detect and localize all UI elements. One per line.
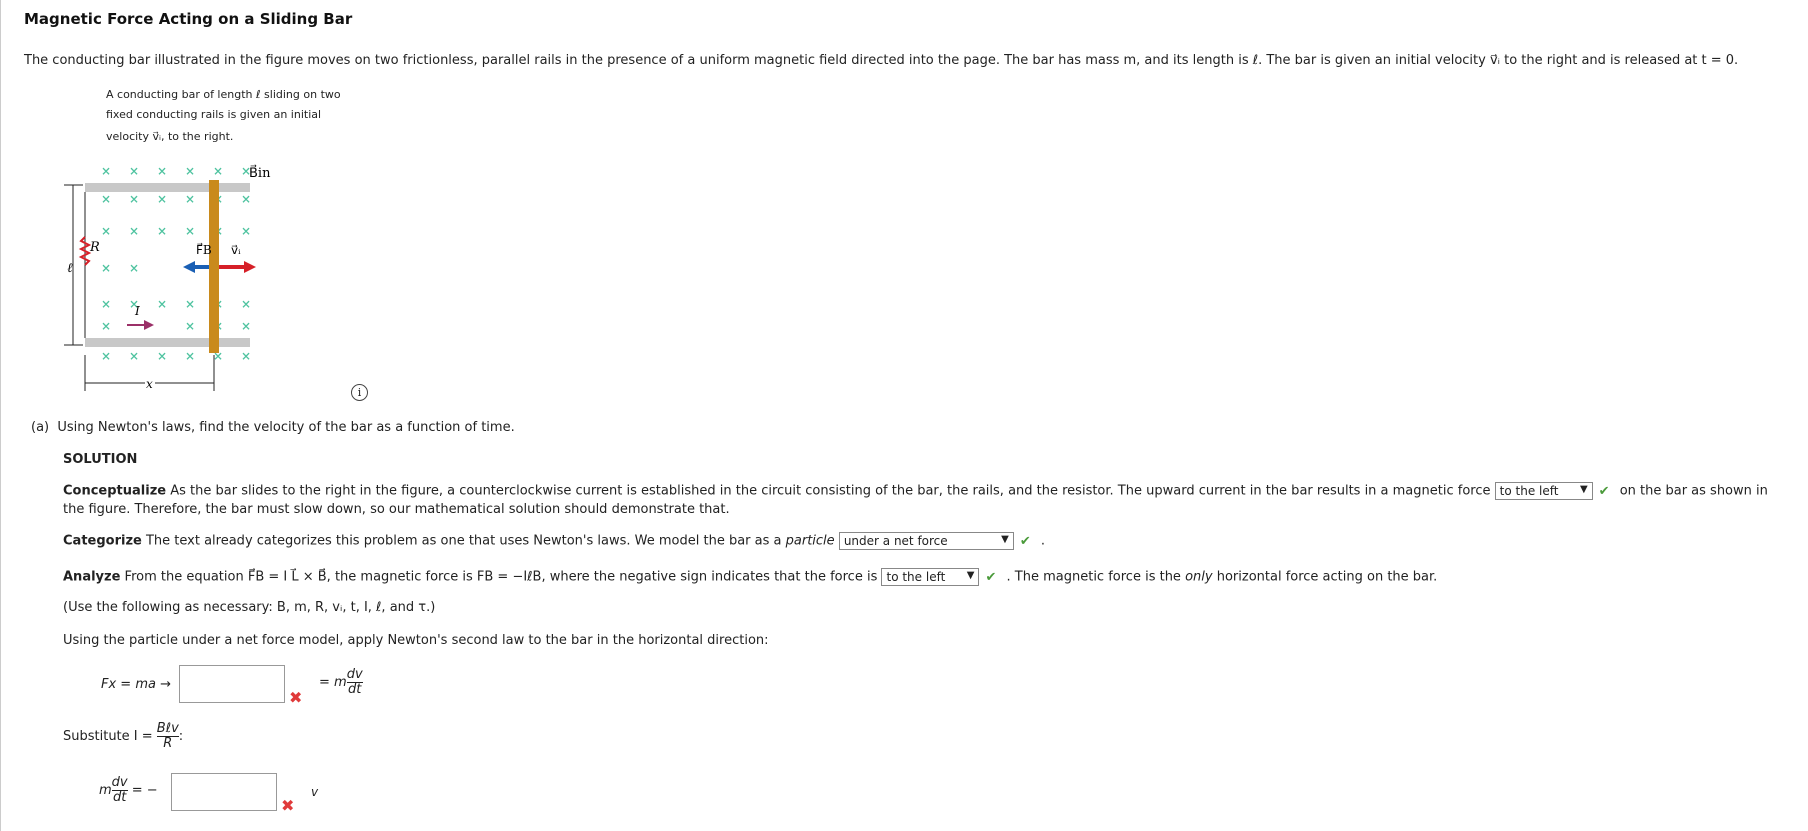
- field-x-mark: ×: [157, 192, 167, 206]
- field-x-mark: ×: [157, 224, 167, 238]
- vi-arrow: [244, 261, 256, 273]
- field-x-mark: ×: [129, 192, 139, 206]
- field-x-mark: ×: [101, 224, 111, 238]
- sliding-bar-figure: ×××××××××××××××××××××××××××××××××××× R ℓ…: [64, 164, 271, 391]
- page: Magnetic Force Acting on a Sliding Bar T…: [0, 0, 1808, 831]
- force-direction-select[interactable]: to the left ▼: [1494, 482, 1593, 500]
- label-vi: v⃗ᵢ: [231, 243, 241, 257]
- field-x-mark: ×: [101, 297, 111, 311]
- check-icon: ✔: [1598, 483, 1610, 499]
- conceptualize-text: Conceptualize As the bar slides to the r…: [63, 482, 1768, 500]
- check-icon: ✔: [1019, 533, 1031, 549]
- analyze-text: Analyze From the equation F⃗B = I L⃗ × B…: [63, 568, 1438, 586]
- field-x-mark: ×: [101, 319, 111, 333]
- conceptualize-text-cont: the figure. Therefore, the bar must slow…: [63, 502, 730, 517]
- caption-line: A conducting bar of length ℓ sliding on …: [106, 88, 341, 101]
- field-x-mark: ×: [185, 224, 195, 238]
- fb-arrow: [183, 261, 195, 273]
- variables-note: (Use the following as necessary: B, m, R…: [63, 600, 436, 615]
- bottom-rail: [85, 338, 250, 347]
- label-x: x: [146, 377, 153, 391]
- field-x-mark: ×: [101, 192, 111, 206]
- field-x-mark: ×: [241, 224, 251, 238]
- caption-line: velocity v⃗ᵢ, to the right.: [106, 130, 234, 143]
- eq2-lhs: m dv dt = −: [99, 775, 158, 805]
- field-x-mark: ×: [157, 164, 167, 178]
- eq2-answer-input[interactable]: [171, 773, 277, 811]
- label-fb: F⃗B: [196, 242, 212, 257]
- field-x-mark: ×: [241, 297, 251, 311]
- eq2-rhs: v: [311, 785, 319, 799]
- intro-text: The conducting bar illustrated in the fi…: [24, 53, 1739, 68]
- field-x-mark: ×: [185, 297, 195, 311]
- part-a-question: (a) Using Newton's laws, find the veloci…: [31, 420, 515, 435]
- field-x-mark: ×: [101, 164, 111, 178]
- field-x-mark: ×: [101, 349, 111, 363]
- model-select[interactable]: under a net force ▼: [838, 532, 1014, 550]
- field-x-mark: ×: [185, 164, 195, 178]
- solution-heading: SOLUTION: [63, 452, 138, 467]
- eq1-answer-input[interactable]: [179, 665, 285, 703]
- field-x-mark: ×: [185, 319, 195, 333]
- eq1-rhs: = m dv dt: [319, 667, 363, 697]
- field-x-mark: ×: [241, 349, 251, 363]
- cross-icon: ✖: [289, 688, 303, 707]
- field-x-mark: ×: [185, 192, 195, 206]
- substitute-text: Substitute I = Bℓv R:: [63, 721, 184, 751]
- current-arrow: [144, 320, 154, 330]
- field-x-mark: ×: [185, 349, 195, 363]
- top-rail: [85, 183, 250, 192]
- field-x-mark: ×: [213, 164, 223, 178]
- field-x-marks: ××××××××××××××××××××××××××××××××××××: [101, 164, 251, 363]
- force-sign-select[interactable]: to the left ▼: [881, 568, 980, 586]
- info-icon[interactable]: i: [351, 384, 368, 401]
- label-i: I: [134, 304, 140, 318]
- field-x-mark: ×: [101, 261, 111, 275]
- label-r: R: [89, 240, 100, 255]
- page-title: Magnetic Force Acting on a Sliding Bar: [24, 10, 353, 28]
- label-l: ℓ: [67, 261, 73, 276]
- field-x-mark: ×: [129, 349, 139, 363]
- categorize-text: Categorize The text already categorizes …: [63, 532, 1045, 550]
- check-icon: ✔: [985, 569, 997, 585]
- field-x-mark: ×: [157, 349, 167, 363]
- field-x-mark: ×: [129, 261, 139, 275]
- eq1-lhs: Fx = ma →: [101, 677, 171, 692]
- field-x-mark: ×: [241, 192, 251, 206]
- field-x-mark: ×: [129, 224, 139, 238]
- caption-line: fixed conducting rails is given an initi…: [106, 108, 322, 121]
- field-x-mark: ×: [129, 164, 139, 178]
- newton-instruction: Using the particle under a net force mod…: [63, 633, 769, 648]
- cross-icon: ✖: [281, 796, 295, 815]
- label-b: B⃗in: [249, 165, 271, 181]
- field-x-mark: ×: [241, 319, 251, 333]
- conducting-bar: [209, 180, 219, 353]
- field-x-mark: ×: [157, 297, 167, 311]
